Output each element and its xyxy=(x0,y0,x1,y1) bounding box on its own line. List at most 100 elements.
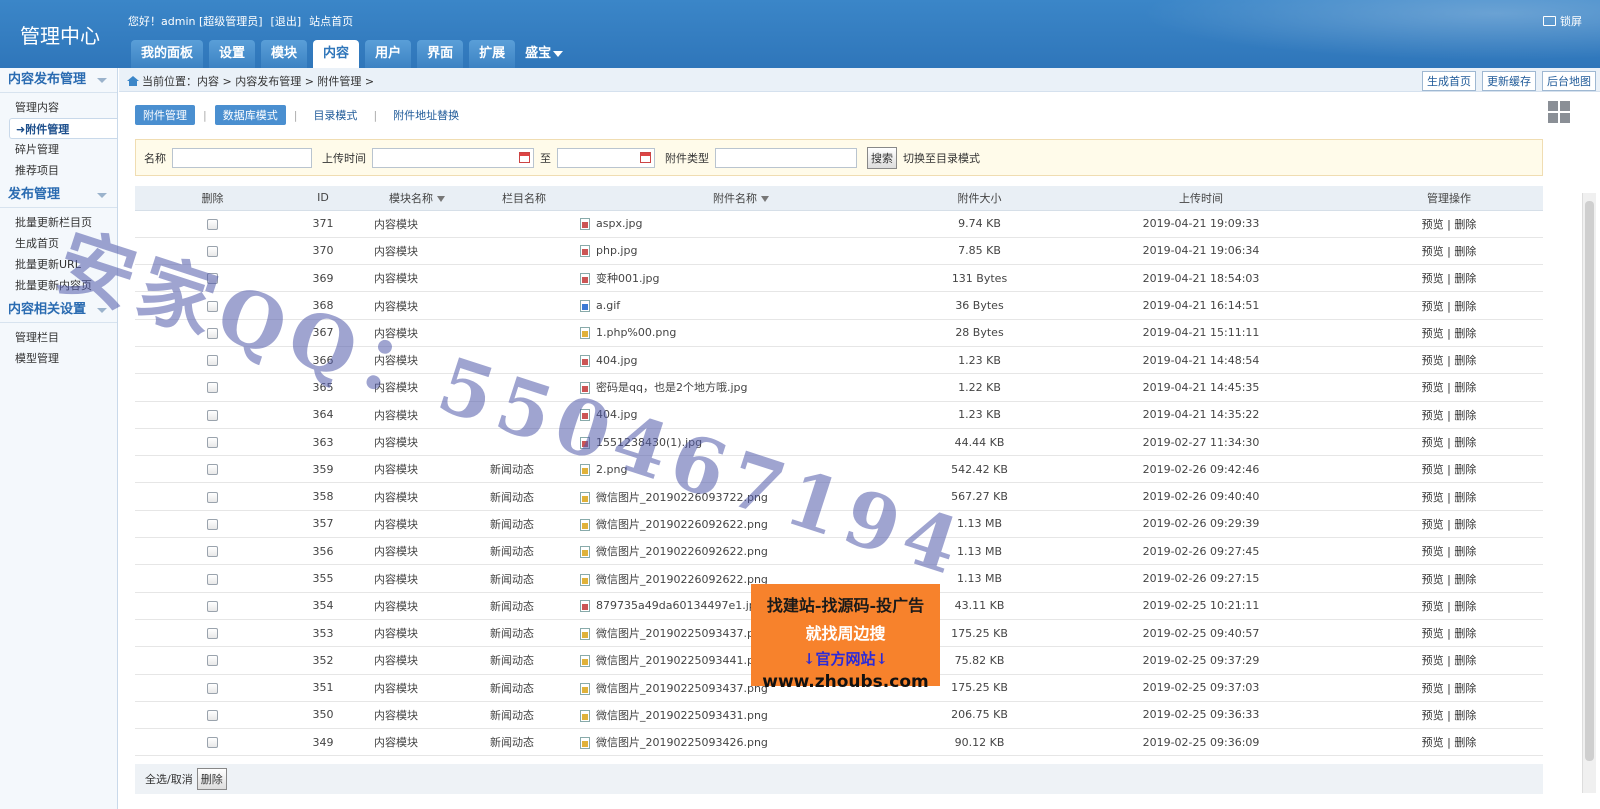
row-checkbox[interactable] xyxy=(207,273,218,285)
preview-link[interactable]: 预览 xyxy=(1422,600,1444,613)
file-type-input[interactable] xyxy=(715,147,857,168)
preview-link[interactable]: 预览 xyxy=(1422,354,1444,367)
preview-link[interactable]: 预览 xyxy=(1422,545,1444,558)
row-checkbox[interactable] xyxy=(207,709,218,721)
row-checkbox[interactable] xyxy=(207,628,218,640)
row-checkbox[interactable] xyxy=(207,655,218,667)
delete-link[interactable]: 删除 xyxy=(1454,218,1476,231)
sidebar-item[interactable]: 管理内容 xyxy=(0,97,117,118)
row-checkbox[interactable] xyxy=(207,737,218,749)
sidebar-item[interactable]: 推荐项目 xyxy=(0,160,117,181)
nav-tab-1[interactable]: 设置 xyxy=(209,40,256,68)
delete-link[interactable]: 删除 xyxy=(1454,627,1476,640)
delete-link[interactable]: 删除 xyxy=(1454,545,1476,558)
name-input[interactable] xyxy=(172,147,312,168)
row-checkbox[interactable] xyxy=(207,600,218,612)
sidebar-item[interactable]: 批量更新URL xyxy=(0,254,117,275)
tab-attachment-manage[interactable]: 附件管理 xyxy=(135,105,195,125)
preview-link[interactable]: 预览 xyxy=(1422,573,1444,586)
sidebar-section-title[interactable]: 内容相关设置 xyxy=(0,298,117,322)
sidebar-item[interactable]: ➜附件管理 xyxy=(9,118,117,139)
tab-address-replace[interactable]: 附件地址替换 xyxy=(385,105,467,125)
calendar-icon[interactable] xyxy=(519,151,530,163)
delete-link[interactable]: 删除 xyxy=(1454,272,1476,285)
ad-banner[interactable]: 找建站-找源码-投广告 就找周边搜 ↓官方网站↓ www.zhoubs.com xyxy=(751,584,940,692)
preview-link[interactable]: 预览 xyxy=(1422,518,1444,531)
vertical-scrollbar[interactable] xyxy=(1582,193,1596,793)
logout-link[interactable]: [退出] xyxy=(271,13,302,29)
delete-link[interactable]: 删除 xyxy=(1454,709,1476,722)
tab-database-mode[interactable]: 数据库模式 xyxy=(214,105,286,125)
start-date-input[interactable] xyxy=(372,147,534,168)
preview-link[interactable]: 预览 xyxy=(1422,218,1444,231)
col-filename[interactable]: 附件名称 xyxy=(570,186,912,211)
preview-link[interactable]: 预览 xyxy=(1422,654,1444,667)
delete-link[interactable]: 删除 xyxy=(1454,354,1476,367)
preview-link[interactable]: 预览 xyxy=(1422,381,1444,394)
preview-link[interactable]: 预览 xyxy=(1422,409,1444,422)
row-checkbox[interactable] xyxy=(207,546,218,558)
row-checkbox[interactable] xyxy=(207,300,218,312)
view-grid-icon[interactable] xyxy=(1548,101,1570,123)
delete-link[interactable]: 删除 xyxy=(1454,654,1476,667)
row-checkbox[interactable] xyxy=(207,245,218,257)
generate-home-button[interactable]: 生成首页 xyxy=(1422,71,1476,91)
preview-link[interactable]: 预览 xyxy=(1422,272,1444,285)
row-checkbox[interactable] xyxy=(207,327,218,339)
nav-tab-4[interactable]: 用户 xyxy=(365,40,412,68)
delete-link[interactable]: 删除 xyxy=(1454,682,1476,695)
sort-down-icon[interactable] xyxy=(437,195,445,202)
tab-directory-mode[interactable]: 目录模式 xyxy=(305,105,365,125)
preview-link[interactable]: 预览 xyxy=(1422,736,1444,749)
preview-link[interactable]: 预览 xyxy=(1422,327,1444,340)
site-home-link[interactable]: 站点首页 xyxy=(309,13,353,29)
preview-link[interactable]: 预览 xyxy=(1422,682,1444,695)
nav-tab-3[interactable]: 内容 xyxy=(313,40,360,69)
row-checkbox[interactable] xyxy=(207,518,218,530)
row-checkbox[interactable] xyxy=(207,573,218,585)
nav-tab-2[interactable]: 模块 xyxy=(261,40,308,68)
row-checkbox[interactable] xyxy=(207,491,218,503)
preview-link[interactable]: 预览 xyxy=(1422,627,1444,640)
preview-link[interactable]: 预览 xyxy=(1422,245,1444,258)
sidebar-item[interactable]: 生成首页 xyxy=(0,233,117,254)
delete-link[interactable]: 删除 xyxy=(1454,736,1476,749)
delete-link[interactable]: 删除 xyxy=(1454,245,1476,258)
delete-link[interactable]: 删除 xyxy=(1454,463,1476,476)
update-cache-button[interactable]: 更新缓存 xyxy=(1482,71,1536,91)
delete-link[interactable]: 删除 xyxy=(1454,381,1476,394)
sidebar-item[interactable]: 管理栏目 xyxy=(0,327,117,348)
search-button[interactable]: 搜索 xyxy=(867,146,897,169)
switch-directory-link[interactable]: 切换至目录模式 xyxy=(903,150,980,166)
sidebar-section-title[interactable]: 内容发布管理 xyxy=(0,68,117,92)
delete-link[interactable]: 删除 xyxy=(1454,573,1476,586)
preview-link[interactable]: 预览 xyxy=(1422,436,1444,449)
nav-tab-5[interactable]: 界面 xyxy=(417,40,464,68)
row-checkbox[interactable] xyxy=(207,409,218,421)
nav-tab-6[interactable]: 扩展 xyxy=(469,40,516,68)
delete-link[interactable]: 删除 xyxy=(1454,300,1476,313)
calendar-icon[interactable] xyxy=(640,151,651,163)
admin-map-button[interactable]: 后台地图 xyxy=(1542,71,1596,91)
row-checkbox[interactable] xyxy=(207,218,218,230)
delete-link[interactable]: 删除 xyxy=(1454,600,1476,613)
delete-link[interactable]: 删除 xyxy=(1454,327,1476,340)
start-date-field[interactable] xyxy=(372,147,534,168)
delete-link[interactable]: 删除 xyxy=(1454,436,1476,449)
select-all-toggle[interactable]: 全选/取消 xyxy=(145,771,193,787)
sidebar-item[interactable]: 批量更新内容页 xyxy=(0,275,117,296)
row-checkbox[interactable] xyxy=(207,382,218,394)
bulk-delete-button[interactable]: 删除 xyxy=(196,768,227,790)
preview-link[interactable]: 预览 xyxy=(1422,709,1444,722)
row-checkbox[interactable] xyxy=(207,464,218,476)
delete-link[interactable]: 删除 xyxy=(1454,409,1476,422)
nav-tab-extra[interactable]: 盛宝 xyxy=(521,40,567,68)
col-module[interactable]: 模块名称 xyxy=(356,186,478,211)
preview-link[interactable]: 预览 xyxy=(1422,463,1444,476)
row-checkbox[interactable] xyxy=(207,682,218,694)
delete-link[interactable]: 删除 xyxy=(1454,491,1476,504)
sort-down-icon[interactable] xyxy=(761,195,769,202)
nav-tab-0[interactable]: 我的面板 xyxy=(131,40,204,68)
sidebar-item[interactable]: 碎片管理 xyxy=(0,139,117,160)
lock-screen-button[interactable]: 锁屏 xyxy=(1543,13,1582,29)
